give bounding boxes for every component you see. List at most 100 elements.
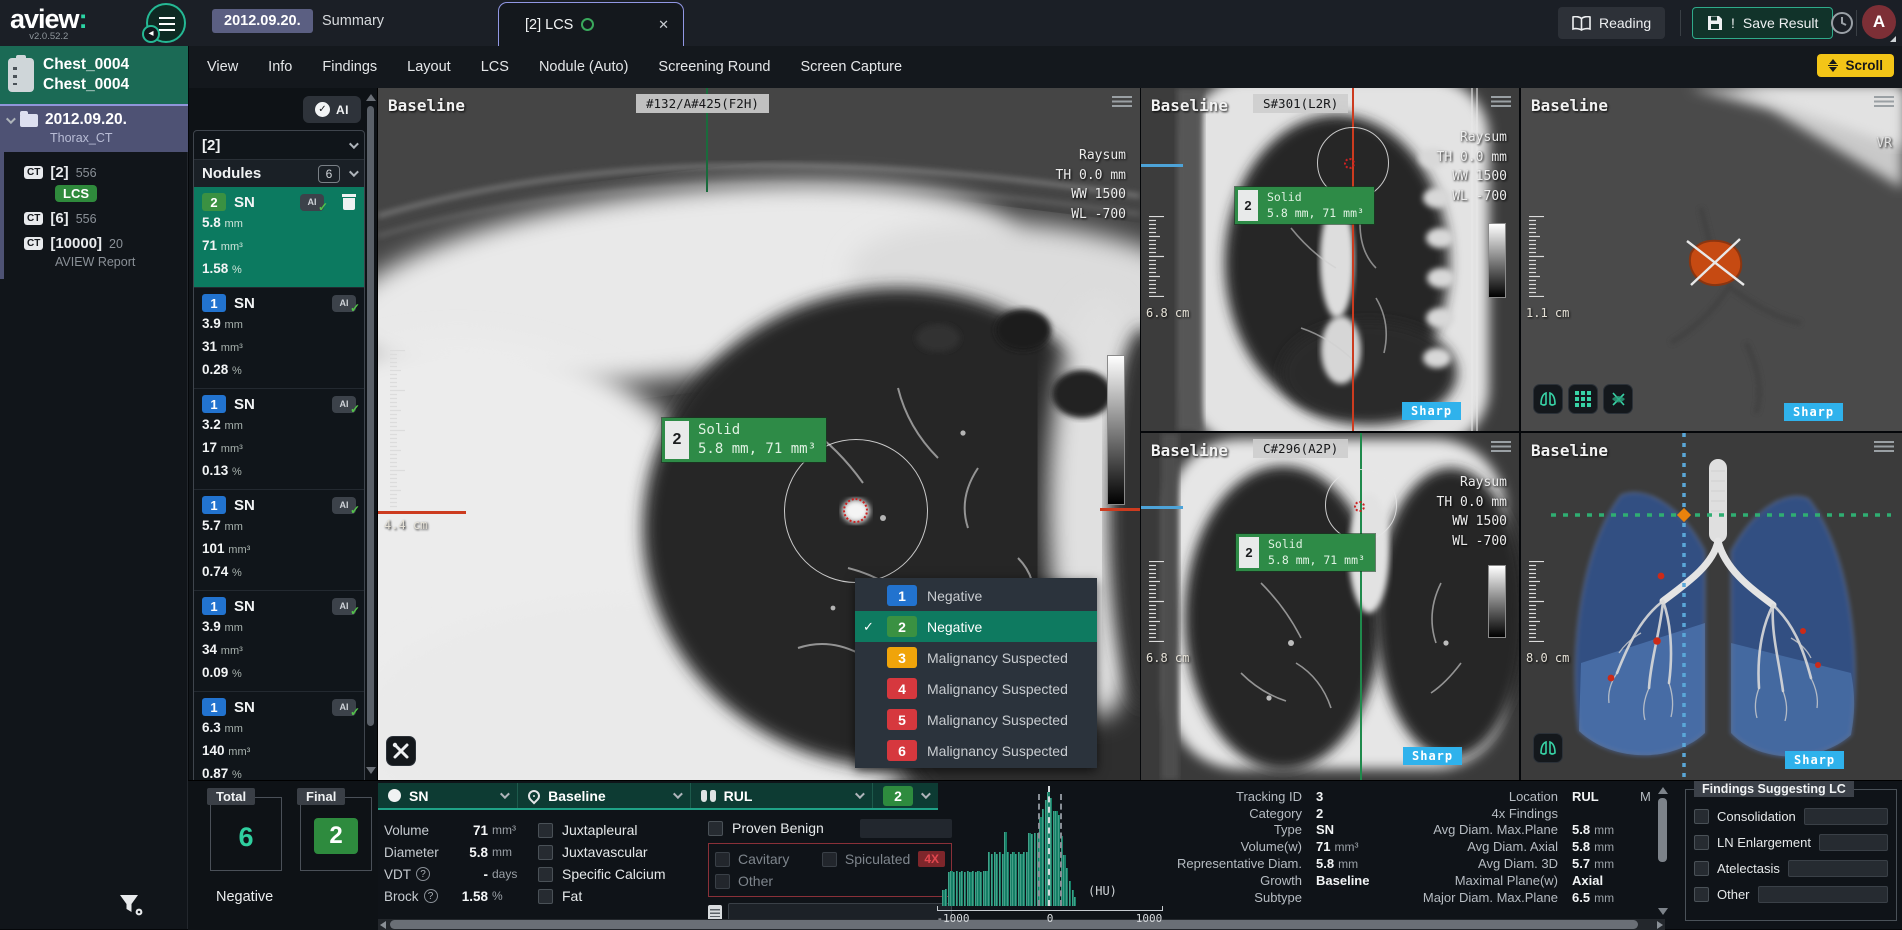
nodule-card-3[interactable]: 1SNAI3.2 mm17 mm³0.13 % xyxy=(194,388,364,489)
scroll-down-icon[interactable] xyxy=(1658,908,1668,915)
attribute-juxtavascular[interactable]: Juxtavascular xyxy=(538,841,698,863)
scrollbar-thumb[interactable] xyxy=(390,920,1638,929)
panel-menu-icon[interactable] xyxy=(1491,441,1511,454)
attribute-fat[interactable]: Fat xyxy=(538,885,698,907)
category-option-4[interactable]: 4Malignancy Suspected xyxy=(855,673,1097,704)
scroll-left-icon[interactable] xyxy=(380,921,386,929)
worklist-icon[interactable]: ◂ xyxy=(146,3,186,43)
sharp-filter-badge[interactable]: Sharp xyxy=(1785,751,1844,769)
nodule-card-6[interactable]: 1SNAI6.3 mm140 mm³0.87 % xyxy=(194,691,364,792)
proven-benign-row[interactable]: Proven Benign xyxy=(708,817,952,839)
avatar[interactable]: A xyxy=(1862,5,1896,39)
series-item-2[interactable]: CT[6]556 xyxy=(4,206,188,231)
viewport-axial[interactable]: Baseline #132/A#425(F2H) Raysum TH 0.0 m… xyxy=(378,88,1140,780)
menu-item-layout[interactable]: Layout xyxy=(407,59,451,75)
ln-enlargement-input[interactable] xyxy=(1819,834,1888,851)
atelectasis-checkbox[interactable] xyxy=(1694,861,1709,876)
window-gradient-bar[interactable] xyxy=(1488,223,1506,298)
spiculated-checkbox[interactable] xyxy=(822,852,837,867)
sharp-filter-badge[interactable]: Sharp xyxy=(1402,402,1461,420)
help-icon[interactable] xyxy=(416,867,430,881)
series-group-header[interactable]: [2] xyxy=(194,131,364,159)
other-checkbox[interactable] xyxy=(1694,887,1709,902)
ai-toggle-button[interactable]: AI xyxy=(303,96,361,123)
nodule-annotation-label[interactable]: 2 Solid 5.8 mm, 71 mm³ xyxy=(1236,534,1375,571)
finding-consolidation[interactable]: Consolidation xyxy=(1694,804,1888,828)
lung-view-button[interactable] xyxy=(1533,384,1563,414)
scroll-up-icon[interactable] xyxy=(366,94,376,101)
sharp-filter-badge[interactable]: Sharp xyxy=(1403,747,1462,765)
series-item-3[interactable]: CT[10000]20AVIEW Report xyxy=(4,231,188,273)
series-item-1[interactable]: CT[2]556LCS xyxy=(4,160,188,206)
menu-item-nodule-auto[interactable]: Nodule (Auto) xyxy=(539,59,628,75)
help-icon[interactable] xyxy=(424,889,438,903)
cavitary-checkbox[interactable] xyxy=(715,852,730,867)
scroll-down-icon[interactable] xyxy=(366,767,376,774)
scroll-up-icon[interactable] xyxy=(1658,787,1668,794)
menu-item-view[interactable]: View xyxy=(207,59,238,75)
proven-benign-checkbox[interactable] xyxy=(708,821,723,836)
crop-view-button[interactable] xyxy=(1603,384,1633,414)
scroll-mode-button[interactable]: Scroll xyxy=(1817,54,1894,77)
panel-menu-icon[interactable] xyxy=(1874,96,1894,109)
panel-menu-icon[interactable] xyxy=(1112,96,1132,109)
sharp-filter-badge[interactable]: Sharp xyxy=(1784,403,1843,421)
nodule-card-2[interactable]: 1SNAI3.9 mm31 mm³0.28 % xyxy=(194,287,364,388)
category-select[interactable]: 2 xyxy=(873,783,938,808)
menu-item-findings[interactable]: Findings xyxy=(322,59,377,75)
scroll-right-icon[interactable] xyxy=(1657,921,1663,929)
juxtavascular-checkbox[interactable] xyxy=(538,845,553,860)
attribute-specific-calcium[interactable]: Specific Calcium xyxy=(538,863,698,885)
nodule-scrollbar[interactable] xyxy=(366,94,375,774)
specific-calcium-checkbox[interactable] xyxy=(538,867,553,882)
phase-select[interactable]: Baseline xyxy=(518,783,691,808)
detail-horizontal-scrollbar[interactable] xyxy=(378,919,1665,930)
menu-item-screen-capture[interactable]: Screen Capture xyxy=(800,59,902,75)
location-select[interactable]: RUL xyxy=(691,783,873,808)
category-option-5[interactable]: 5Malignancy Suspected xyxy=(855,704,1097,735)
detail-vertical-scrollbar[interactable] xyxy=(1657,787,1669,915)
viewport-3d-lungs[interactable]: Baseline 8.0 cm Sharp H A L xyxy=(1521,433,1902,780)
grid-view-button[interactable] xyxy=(1568,384,1598,414)
viewport-vr[interactable]: Baseline VR 1.1 cm Sharp L A F xyxy=(1521,88,1902,431)
scrollbar-thumb[interactable] xyxy=(1658,798,1667,862)
ln-enlargement-checkbox[interactable] xyxy=(1694,835,1709,850)
other-flag-checkbox[interactable] xyxy=(715,874,730,889)
tab-lcs-active[interactable]: [2] LCS xyxy=(498,2,684,46)
history-clock-icon[interactable] xyxy=(1830,11,1854,35)
menu-item-info[interactable]: Info xyxy=(268,59,292,75)
lung-view-button[interactable] xyxy=(1533,733,1563,763)
menu-item-lcs[interactable]: LCS xyxy=(481,59,509,75)
tab-summary[interactable]: Summary xyxy=(322,13,384,29)
close-icon[interactable] xyxy=(658,17,669,33)
atelectasis-input[interactable] xyxy=(1788,860,1888,877)
filter-settings-icon[interactable] xyxy=(118,893,144,915)
nodules-section-header[interactable]: Nodules 6 xyxy=(194,159,364,187)
category-option-3[interactable]: 3Malignancy Suspected xyxy=(855,642,1097,673)
nodule-card-5[interactable]: 1SNAI3.9 mm34 mm³0.09 % xyxy=(194,590,364,691)
panel-menu-icon[interactable] xyxy=(1874,441,1894,454)
juxtapleural-checkbox[interactable] xyxy=(538,823,553,838)
fat-checkbox[interactable] xyxy=(538,889,553,904)
window-gradient-bar[interactable] xyxy=(1488,565,1506,638)
attribute-juxtapleural[interactable]: Juxtapleural xyxy=(538,819,698,841)
tools-button[interactable] xyxy=(386,736,416,766)
tab-study-date[interactable]: 2012.09.20. xyxy=(212,9,313,33)
viewport-coronal[interactable]: Baseline C#296(A2P) Raysum TH 0.0 mm WW … xyxy=(1141,433,1519,780)
panel-menu-icon[interactable] xyxy=(1491,96,1511,109)
category-option-1[interactable]: 1Negative xyxy=(855,580,1097,611)
window-gradient-bar[interactable] xyxy=(1107,355,1125,505)
patient-card[interactable]: Chest_0004 Chest_0004 xyxy=(0,46,188,104)
scrollbar-thumb[interactable] xyxy=(367,106,374,726)
nodule-card-4[interactable]: 1SNAI5.7 mm101 mm³0.74 % xyxy=(194,489,364,590)
consolidation-checkbox[interactable] xyxy=(1694,809,1709,824)
finding-ln-enlargement[interactable]: LN Enlargement xyxy=(1694,830,1888,854)
nodule-annotation-label[interactable]: 2 Solid 5.8 mm, 71 mm³ xyxy=(1235,187,1374,224)
viewport-sagittal[interactable]: Baseline S#301(L2R) Raysum TH 0.0 mm WW … xyxy=(1141,88,1519,431)
study-row[interactable]: 2012.09.20. Thorax_CT xyxy=(0,106,188,152)
nodule-card-1[interactable]: 2SNAI5.8 mm71 mm³1.58 % xyxy=(194,187,364,287)
finding-other[interactable]: Other xyxy=(1694,882,1888,906)
finding-atelectasis[interactable]: Atelectasis xyxy=(1694,856,1888,880)
type-select[interactable]: SN xyxy=(378,783,518,808)
category-option-2[interactable]: 2Negative xyxy=(855,611,1097,642)
